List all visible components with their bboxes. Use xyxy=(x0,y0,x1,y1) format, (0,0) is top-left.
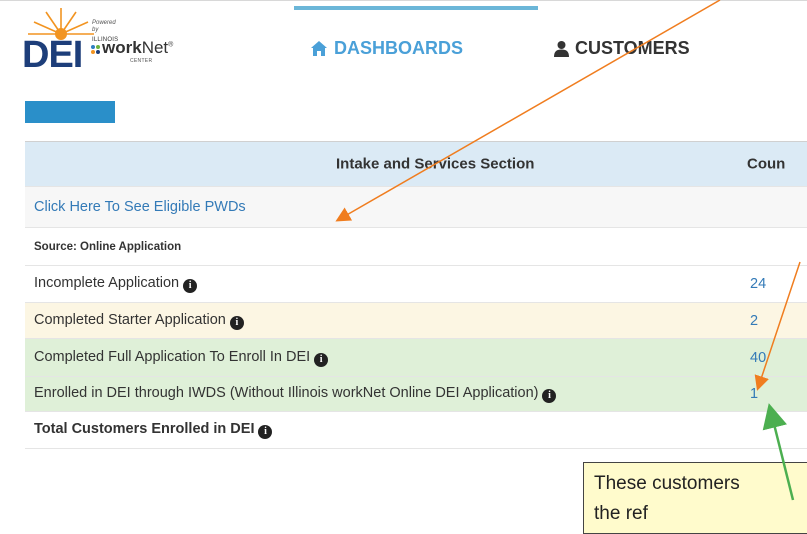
eligible-pwds-link[interactable]: Click Here To See Eligible PWDs xyxy=(34,199,246,215)
row-label: Completed Full Application To Enroll In … xyxy=(34,349,329,367)
row-label: Total Customers Enrolled in DEI i xyxy=(34,421,273,439)
worknet-dots-icon xyxy=(91,45,100,54)
logo-trademark: ® xyxy=(168,41,174,49)
row-label: Incomplete Application i xyxy=(34,275,198,293)
column-header-section: Intake and Services Section xyxy=(336,155,535,173)
logo-brand: DEI xyxy=(22,34,83,76)
callout-line-1: These customers xyxy=(594,473,740,494)
row-count-link[interactable]: 24 xyxy=(750,276,766,292)
logo-center: CENTER xyxy=(130,58,153,64)
nav-customers[interactable]: CUSTOMERS xyxy=(554,38,690,59)
column-header-count: Coun xyxy=(747,155,786,173)
info-icon[interactable]: i xyxy=(314,352,329,367)
info-icon[interactable]: i xyxy=(258,425,273,439)
nav-dashboards-label: DASHBOARDS xyxy=(334,38,464,58)
row-count-link[interactable]: 1 xyxy=(750,386,758,402)
logo-worknet-light: Net xyxy=(141,38,169,57)
table-header: Intake and Services Section Coun xyxy=(25,141,807,187)
powered-by-text: Powered by xyxy=(92,20,116,33)
source-row: Source: Online Application xyxy=(25,228,807,266)
table-row-total: Total Customers Enrolled in DEI i xyxy=(25,412,807,449)
info-icon[interactable]: i xyxy=(183,279,198,293)
home-icon xyxy=(311,41,327,56)
intake-services-table: Intake and Services Section Coun Click H… xyxy=(25,141,807,449)
row-label: Completed Starter Application i xyxy=(34,312,244,330)
row-count-link[interactable]: 2 xyxy=(750,313,758,329)
dei-logo[interactable]: DEI Powered by ILLINOIS workNet® CENTER xyxy=(10,6,180,76)
table-row: Enrolled in DEI through IWDS (Without Il… xyxy=(25,377,807,412)
source-label: Source: Online Application xyxy=(34,240,182,253)
logo-worknet-bold: work xyxy=(102,38,142,57)
table-row: Completed Starter Application i 2 xyxy=(25,303,807,339)
action-button[interactable] xyxy=(25,101,115,123)
row-count-link[interactable]: 40 xyxy=(750,350,766,366)
info-icon[interactable]: i xyxy=(229,315,244,330)
nav-dashboards[interactable]: DASHBOARDS xyxy=(310,38,463,59)
active-tab-indicator xyxy=(294,6,538,10)
row-label: Enrolled in DEI through IWDS (Without Il… xyxy=(34,385,557,403)
nav-customers-label: CUSTOMERS xyxy=(575,38,690,58)
app-header: DEI Powered by ILLINOIS workNet® CENTER … xyxy=(0,0,807,76)
logo-worknet: workNet® xyxy=(102,39,173,56)
info-icon[interactable]: i xyxy=(542,389,557,403)
callout-line-2: the ref xyxy=(594,503,648,524)
user-icon xyxy=(554,41,569,57)
annotation-callout: These customers the ref xyxy=(583,462,807,534)
table-row: Completed Full Application To Enroll In … xyxy=(25,339,807,377)
top-rule xyxy=(0,0,807,1)
eligible-pwds-row: Click Here To See Eligible PWDs xyxy=(25,187,807,228)
table-row: Incomplete Application i 24 xyxy=(25,266,807,303)
